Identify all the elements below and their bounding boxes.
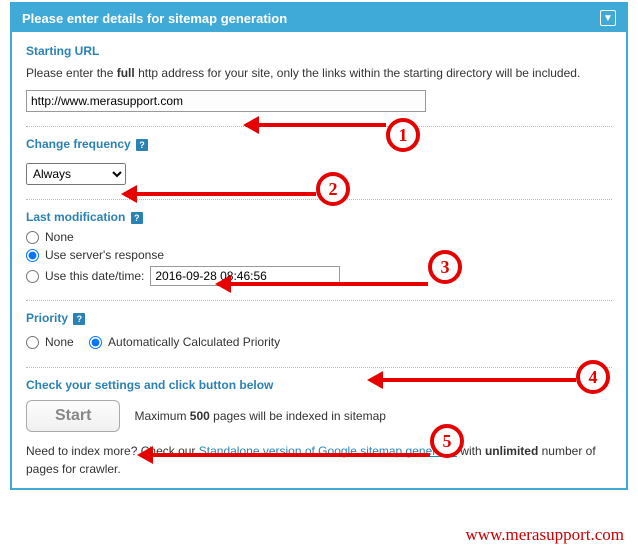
annotation-badge-3: 3 bbox=[428, 250, 462, 284]
help-icon[interactable]: ? bbox=[73, 313, 85, 325]
arrow-down-icon: ▼ bbox=[603, 13, 613, 24]
priority-auto-radio[interactable] bbox=[89, 336, 102, 349]
annotation-badge-4: 4 bbox=[576, 360, 610, 394]
priority-none-label: None bbox=[45, 335, 74, 349]
priority-none-row[interactable]: None bbox=[26, 335, 74, 349]
start-note: Maximum 500 pages will be indexed in sit… bbox=[134, 409, 385, 423]
help-icon[interactable]: ? bbox=[136, 139, 148, 151]
starting-url-title: Starting URL bbox=[26, 44, 612, 58]
divider bbox=[26, 300, 612, 301]
annotation-badge-1: 1 bbox=[386, 118, 420, 152]
panel-header: Please enter details for sitemap generat… bbox=[12, 4, 626, 32]
start-row: Start Maximum 500 pages will be indexed … bbox=[26, 400, 612, 432]
priority-auto-label: Automatically Calculated Priority bbox=[108, 335, 280, 349]
lastmod-date-radio[interactable] bbox=[26, 270, 39, 283]
priority-title: Priority ? bbox=[26, 311, 612, 325]
divider bbox=[26, 367, 612, 368]
watermark: www.merasupport.com bbox=[466, 525, 624, 545]
change-frequency-select[interactable]: Always bbox=[26, 163, 126, 185]
help-icon[interactable]: ? bbox=[131, 212, 143, 224]
annotation-arrow-5 bbox=[140, 453, 430, 457]
lastmod-server-label: Use server's response bbox=[45, 248, 164, 262]
lastmod-none-row[interactable]: None bbox=[26, 230, 612, 244]
annotation-badge-5: 5 bbox=[430, 424, 464, 458]
panel-title: Please enter details for sitemap generat… bbox=[22, 11, 287, 26]
annotation-arrow-2 bbox=[124, 192, 316, 196]
lastmod-none-radio[interactable] bbox=[26, 231, 39, 244]
collapse-button[interactable]: ▼ bbox=[600, 10, 616, 26]
starting-url-description: Please enter the full http address for y… bbox=[26, 64, 612, 82]
footer-note: Need to index more? Check our Standalone… bbox=[26, 442, 612, 478]
annotation-arrow-4 bbox=[370, 378, 576, 382]
lastmod-none-label: None bbox=[45, 230, 74, 244]
annotation-badge-2: 2 bbox=[316, 172, 350, 206]
annotation-arrow-3 bbox=[218, 282, 428, 286]
annotation-arrow-1 bbox=[246, 123, 386, 127]
starting-url-input[interactable] bbox=[26, 90, 426, 112]
sitemap-form-panel: Please enter details for sitemap generat… bbox=[10, 2, 628, 490]
priority-auto-row[interactable]: Automatically Calculated Priority bbox=[89, 335, 280, 349]
lastmod-date-label: Use this date/time: bbox=[45, 269, 144, 283]
change-frequency-title: Change frequency ? bbox=[26, 137, 612, 151]
start-button[interactable]: Start bbox=[26, 400, 120, 432]
lastmod-server-radio[interactable] bbox=[26, 249, 39, 262]
priority-none-radio[interactable] bbox=[26, 336, 39, 349]
panel-body: Starting URL Please enter the full http … bbox=[12, 32, 626, 488]
lastmod-server-row[interactable]: Use server's response bbox=[26, 248, 612, 262]
last-modification-title: Last modification ? bbox=[26, 210, 612, 224]
